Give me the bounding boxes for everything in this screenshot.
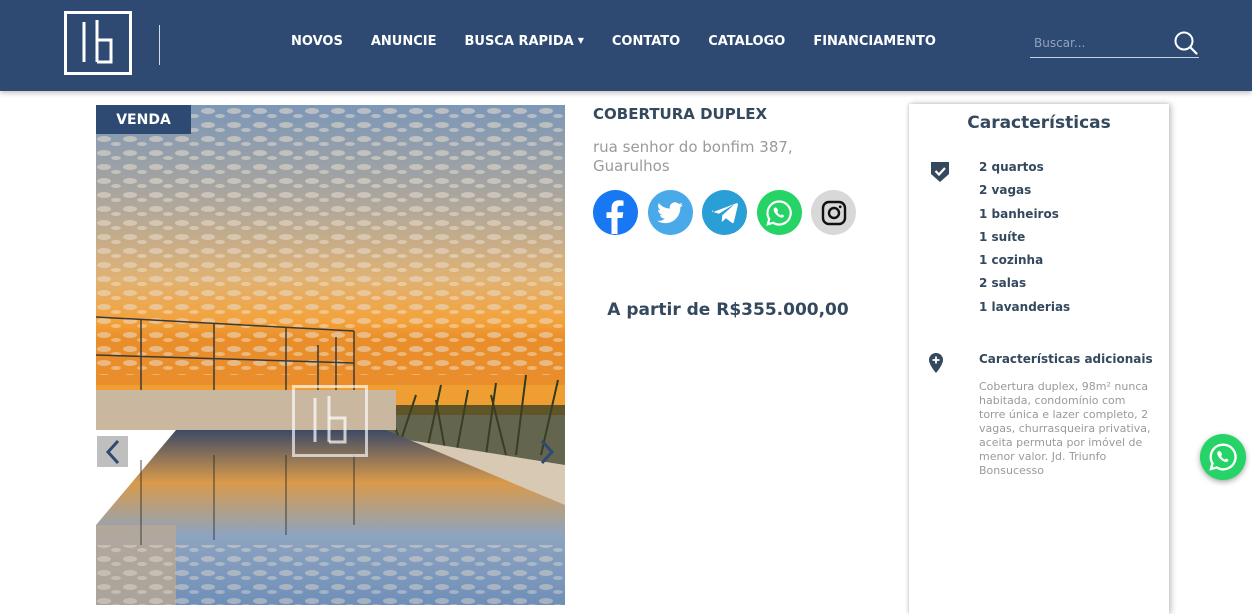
chevron-left-icon [103,438,123,466]
nav-item-financiamento[interactable]: FINANCIAMENTO [813,34,936,54]
search-icon[interactable] [1173,30,1199,56]
site-header: NOVOS ANUNCIE BUSCA RAPIDA ▼ CONTATO CATA… [0,0,1252,91]
nav-item-label: FINANCIAMENTO [813,34,936,49]
whatsapp-icon [765,199,793,227]
whatsapp-icon [1208,442,1238,472]
nav-item-label: CATALOGO [708,34,785,49]
property-address: rua senhor do bonfim 387, Guarulhos [593,138,833,176]
share-facebook-button[interactable] [593,190,638,235]
social-share-bar [593,190,866,235]
feature-item: 1 banheiros [979,206,1070,229]
feature-item: 1 suíte [979,229,1070,252]
features-list: 2 quartos 2 vagas 1 banheiros 1 suíte 1 … [979,159,1070,322]
main-nav: NOVOS ANUNCIE BUSCA RAPIDA ▼ CONTATO CATA… [291,34,964,54]
nav-item-catalogo[interactable]: CATALOGO [708,34,785,54]
features-card: Características 2 quartos 2 vagas 1 banh… [909,104,1169,614]
property-photo [96,105,565,605]
search-input[interactable] [1034,32,1164,54]
nav-item-label: ANUNCIE [371,34,437,49]
share-whatsapp-button[interactable] [757,190,802,235]
carousel-prev-button[interactable] [96,435,129,468]
nav-item-label: NOVOS [291,34,343,49]
nav-item-busca-rapida[interactable]: BUSCA RAPIDA ▼ [464,34,583,54]
property-photo-carousel: VENDA [96,105,565,605]
property-price: A partir de R$355.000,00 [593,300,863,320]
feature-item: 1 cozinha [979,252,1070,275]
location-pin-plus-icon [928,352,944,374]
nav-item-label: BUSCA RAPIDA [464,34,573,49]
watermark-logo [292,385,368,457]
additional-features-title: Características adicionais [979,352,1153,366]
chevron-right-icon [537,438,557,466]
carousel-next-button[interactable] [536,435,558,468]
features-card-title: Características [909,113,1169,133]
telegram-icon [712,202,738,224]
logo-divider [159,25,160,65]
additional-features-text: Cobertura duplex, 98m² nunca habitada, c… [979,380,1154,478]
sale-badge: VENDA [96,105,191,134]
feature-item: 1 lavanderias [979,299,1070,322]
property-title: COBERTURA DUPLEX [593,105,767,123]
nav-item-contato[interactable]: CONTATO [612,34,680,54]
nav-item-anuncie[interactable]: ANUNCIE [371,34,437,54]
feature-item: 2 salas [979,275,1070,298]
share-telegram-button[interactable] [702,190,747,235]
shield-check-icon [930,161,950,183]
share-instagram-button[interactable] [811,190,856,235]
logo-mark [67,14,129,72]
twitter-icon [657,202,683,224]
facebook-icon [593,190,638,235]
whatsapp-float-button[interactable] [1200,434,1246,480]
logo[interactable] [64,11,132,75]
caret-down-icon: ▼ [578,36,584,45]
nav-item-label: CONTATO [612,34,680,49]
share-twitter-button[interactable] [648,190,693,235]
feature-item: 2 vagas [979,182,1070,205]
search-box [1030,30,1199,58]
nav-item-novos[interactable]: NOVOS [291,34,343,54]
feature-item: 2 quartos [979,159,1070,182]
instagram-icon [821,200,847,226]
